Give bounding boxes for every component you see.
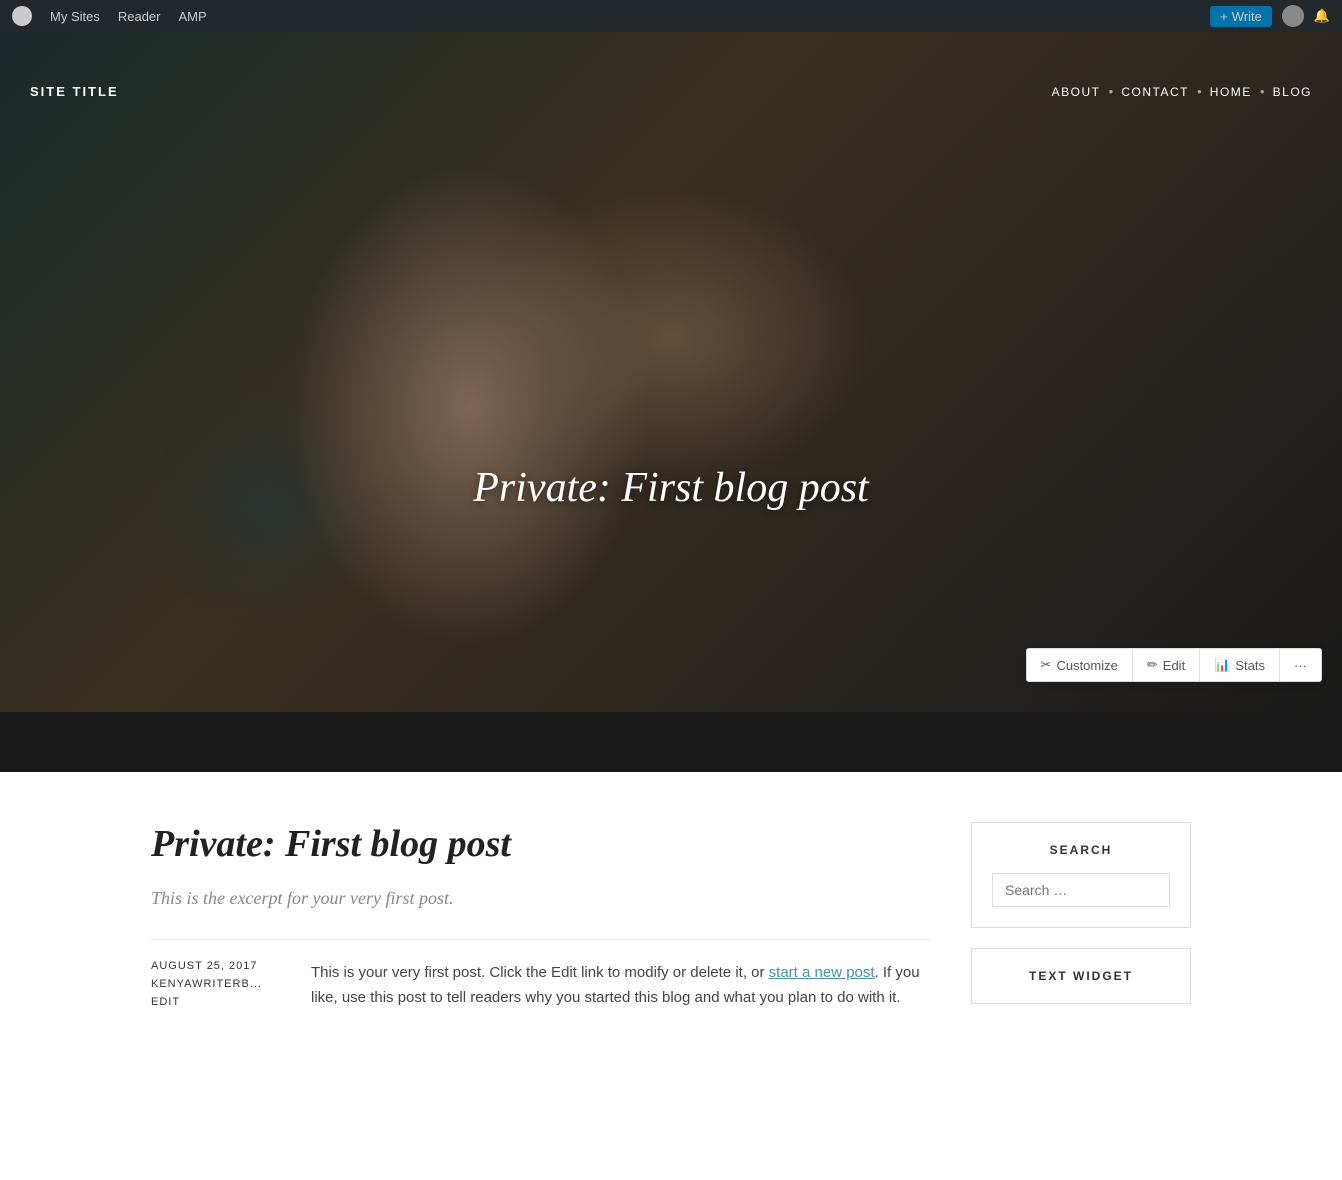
nav-contact[interactable]: CONTACT [1121, 85, 1189, 99]
search-widget: SEARCH [971, 822, 1191, 928]
hero-section: SITE TITLE ABOUT ● CONTACT ● HOME ● BLOG… [0, 32, 1342, 712]
text-widget: TEXT WIDGET [971, 948, 1191, 1004]
more-label: ··· [1294, 658, 1307, 673]
edit-button[interactable]: ✏ Edit [1133, 649, 1200, 681]
post-author: KENYAWRITERB... [151, 978, 281, 990]
stats-label: Stats [1235, 658, 1265, 673]
post-content: This is your very first post. Click the … [311, 960, 931, 1011]
nav-about[interactable]: ABOUT [1052, 85, 1101, 99]
write-button[interactable]: + Write [1210, 6, 1272, 27]
notifications-icon[interactable]: 🔔 [1314, 8, 1330, 24]
article: Private: First blog post This is the exc… [151, 822, 931, 1024]
post-meta-left: AUGUST 25, 2017 KENYAWRITERB... EDIT [151, 960, 281, 1011]
reader-link[interactable]: Reader [118, 9, 161, 24]
write-plus-icon: + [1220, 9, 1228, 24]
admin-bar-left: W My Sites Reader AMP [12, 6, 207, 26]
text-widget-title: TEXT WIDGET [992, 969, 1170, 983]
main-content: Private: First blog post This is the exc… [121, 772, 1221, 1074]
admin-bar-right: + Write 🔔 [1210, 5, 1330, 27]
customize-label: Customize [1056, 658, 1117, 673]
amp-link[interactable]: AMP [178, 9, 206, 24]
search-widget-title: SEARCH [992, 843, 1170, 857]
admin-toolbar: ✂ Customize ✏ Edit 📊 Stats ··· [1026, 648, 1322, 682]
wordpress-logo-icon[interactable]: W [12, 6, 32, 26]
write-label: Write [1232, 9, 1262, 24]
post-content-start: This is your very first post. Click the … [311, 964, 769, 981]
site-header: SITE TITLE ABOUT ● CONTACT ● HOME ● BLOG [0, 64, 1342, 119]
edit-label: Edit [1163, 658, 1185, 673]
hero-hand-image [0, 32, 1342, 712]
my-sites-link[interactable]: My Sites [50, 9, 100, 24]
edit-icon: ✏ [1147, 657, 1158, 673]
stats-icon: 📊 [1214, 657, 1230, 673]
post-edit-link[interactable]: EDIT [151, 996, 281, 1008]
nav-separator-3: ● [1260, 87, 1265, 96]
post-excerpt: This is the excerpt for your very first … [151, 888, 931, 909]
dark-band [0, 712, 1342, 772]
post-title: Private: First blog post [151, 822, 931, 868]
customize-button[interactable]: ✂ Customize [1027, 649, 1133, 681]
post-date: AUGUST 25, 2017 [151, 960, 281, 972]
nav-blog[interactable]: BLOG [1273, 85, 1312, 99]
site-navigation: ABOUT ● CONTACT ● HOME ● BLOG [1052, 85, 1312, 99]
sidebar: SEARCH TEXT WIDGET [971, 822, 1191, 1024]
nav-home[interactable]: HOME [1210, 85, 1252, 99]
nav-separator-2: ● [1197, 87, 1202, 96]
stats-button[interactable]: 📊 Stats [1200, 649, 1280, 681]
hero-post-title: Private: First blog post [473, 464, 868, 512]
customize-icon: ✂ [1041, 657, 1052, 673]
admin-bar: W My Sites Reader AMP + Write 🔔 [0, 0, 1342, 32]
new-post-link[interactable]: start a new post [769, 964, 875, 981]
post-meta: AUGUST 25, 2017 KENYAWRITERB... EDIT Thi… [151, 939, 931, 1011]
more-button[interactable]: ··· [1280, 650, 1321, 681]
avatar[interactable] [1282, 5, 1304, 27]
site-title[interactable]: SITE TITLE [30, 84, 119, 99]
nav-separator-1: ● [1109, 87, 1114, 96]
search-input[interactable] [992, 873, 1170, 907]
